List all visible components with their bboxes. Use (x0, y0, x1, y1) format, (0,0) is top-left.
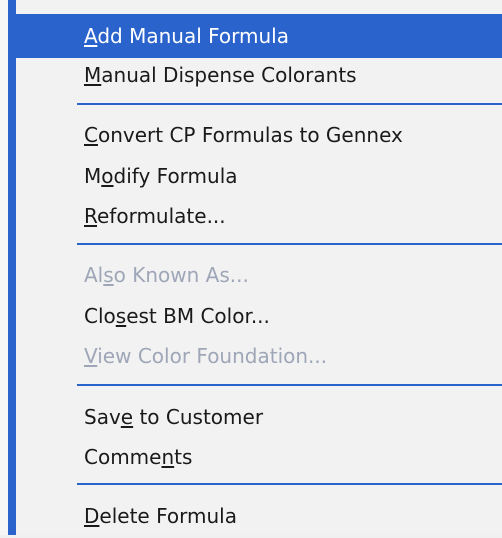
menu-item-view-color-foundation: View Color Foundation... (16, 334, 502, 378)
menu-item-label: dify Formula (113, 164, 238, 188)
menu-item-access-key: A (84, 24, 98, 48)
menu-separator (77, 483, 502, 485)
menu-item-label: est BM Color... (126, 304, 270, 328)
menu-item-label: Al (84, 263, 104, 287)
menu-item-access-key: s (103, 263, 114, 287)
menu-item-access-key: n (161, 445, 175, 469)
menu-item-access-key: V (84, 344, 98, 368)
menu-item-modify-formula[interactable]: Modify Formula (16, 154, 502, 198)
menu-item-access-key: D (84, 504, 100, 528)
menu-item-access-key: s (115, 304, 127, 328)
menu-separator (77, 103, 502, 105)
menu-item-label: eformulate... (97, 204, 226, 228)
menu-item-comments[interactable]: Comments (16, 435, 502, 479)
menu-item-delete-formula[interactable]: Delete Formula (16, 494, 502, 538)
menu-item-add-manual-formula[interactable]: Add Manual Formula (16, 14, 502, 58)
menu-item-label: iew Color Foundation... (97, 344, 328, 368)
menu-item-access-key: C (84, 123, 98, 147)
menu-item-label: Comme (84, 445, 162, 469)
menu-item-label: to Customer (133, 405, 264, 429)
menu-item-label: Sav (84, 405, 121, 429)
menu-item-access-key: o (101, 164, 114, 188)
menu-item-access-key: M (84, 63, 102, 87)
menu-item-label: anual Dispense Colorants (101, 63, 357, 87)
menu-separator (77, 384, 502, 386)
context-menu-screenshot: Add Manual Formula Manual Dispense Color… (0, 0, 502, 535)
menu-item-also-known-as: Also Known As... (16, 253, 502, 297)
menu-item-label: M (84, 164, 102, 188)
menu-separator (77, 243, 502, 245)
menu-item-label: dd Manual Formula (97, 24, 289, 48)
menu-item-label: onvert CP Formulas to Gennex (97, 123, 403, 147)
menu-item-save-to-customer[interactable]: Save to Customer (16, 395, 502, 439)
menu-item-convert-cp-formulas[interactable]: Convert CP Formulas to Gennex (16, 113, 502, 157)
menu-item-label: elete Formula (99, 504, 237, 528)
menu-item-label: ts (174, 445, 193, 469)
menu-item-label: Clo (84, 304, 116, 328)
menu-item-reformulate[interactable]: Reformulate... (16, 194, 502, 238)
menu-item-access-key: R (84, 204, 97, 228)
menu-item-manual-dispense-colorants[interactable]: Manual Dispense Colorants (16, 53, 502, 97)
window-edge (0, 0, 8, 535)
menu-item-label: o Known As... (113, 263, 249, 287)
menu-item-closest-bm-color[interactable]: Closest BM Color... (16, 294, 502, 338)
menu-left-accent-strip (8, 0, 16, 535)
menu-item-access-key: e (120, 405, 134, 429)
